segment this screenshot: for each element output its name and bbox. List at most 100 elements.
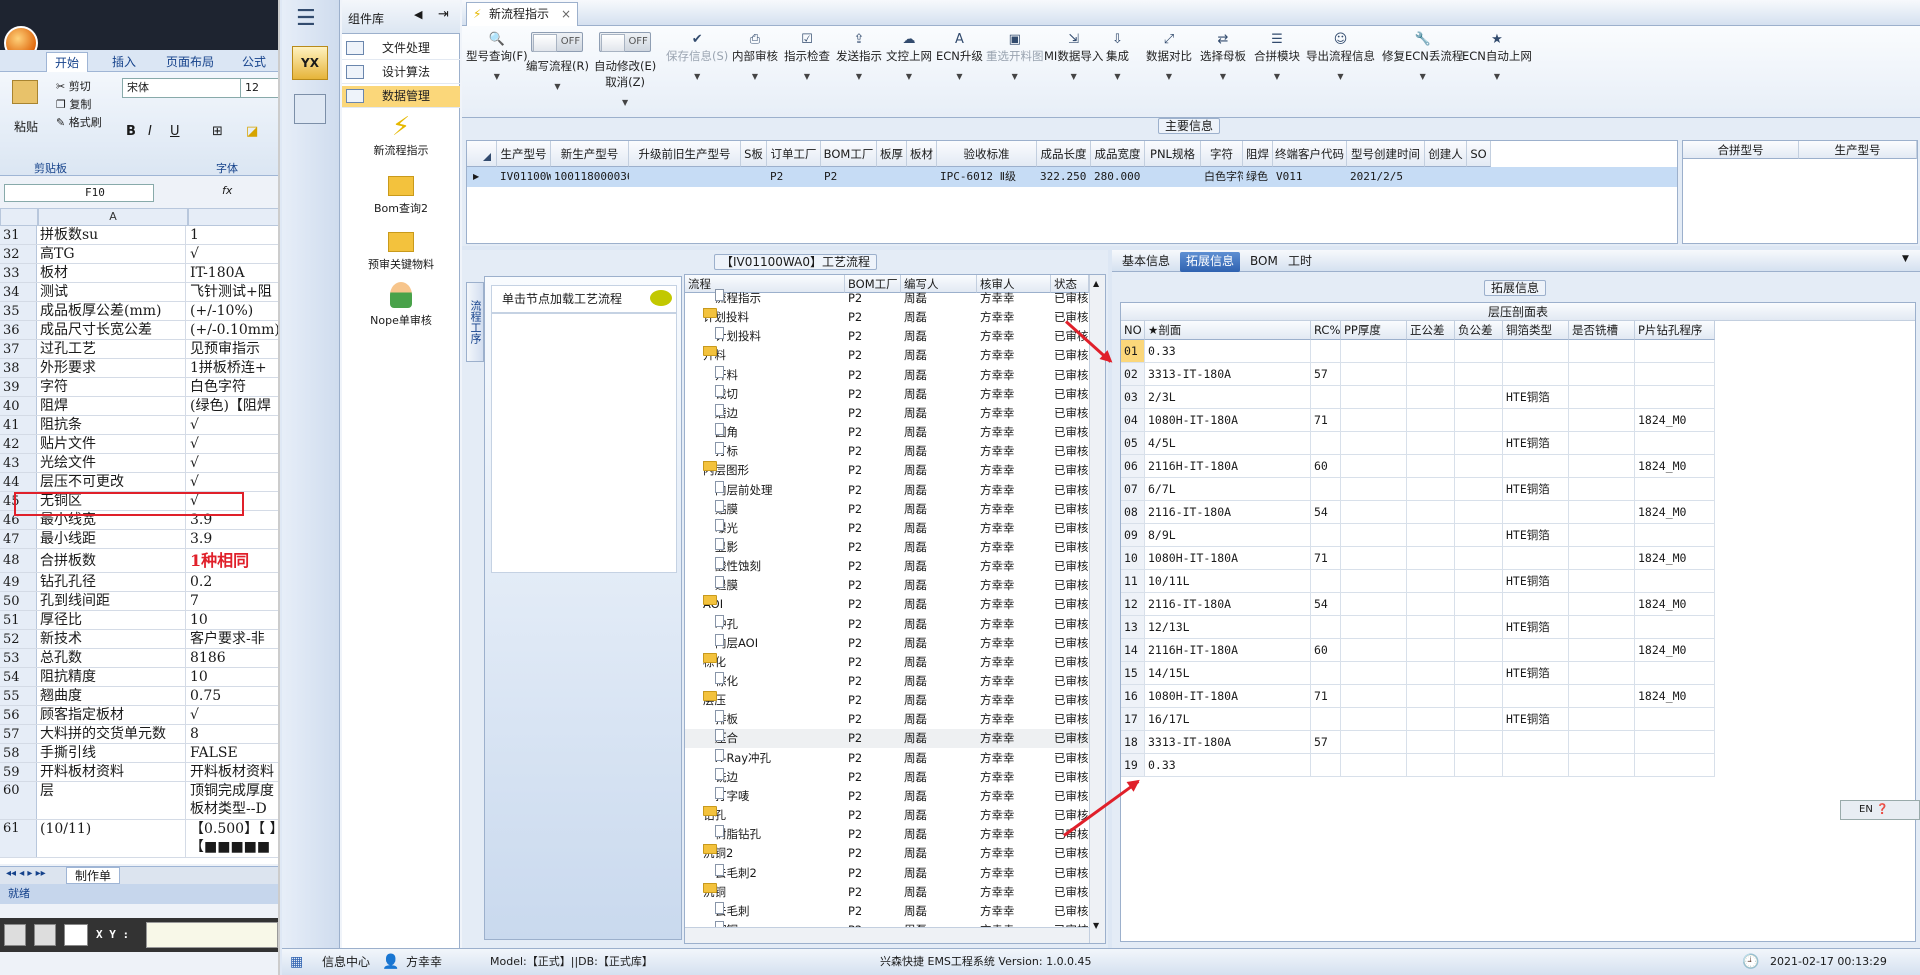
lam-cell[interactable] <box>1635 662 1715 685</box>
lam-cell[interactable] <box>1311 662 1341 685</box>
lam-cell[interactable]: 0.33 <box>1145 340 1311 363</box>
sheet-row[interactable]: 37 过孔工艺 见预审指示 <box>0 340 278 359</box>
lam-cell[interactable]: 1824_M0 <box>1635 547 1715 570</box>
help-icon[interactable]: ❓ <box>1876 804 1888 815</box>
lam-cell[interactable]: 03 <box>1121 386 1145 409</box>
lam-cell[interactable] <box>1455 731 1503 754</box>
lam-cell[interactable] <box>1341 754 1407 777</box>
cell-a[interactable]: 高TG <box>38 245 186 263</box>
main-col-header[interactable]: 成品宽度 <box>1091 141 1145 167</box>
main-cell[interactable]: 2021/2/5 <box>1347 167 1425 187</box>
lam-cell[interactable] <box>1569 524 1635 547</box>
column-header-b[interactable] <box>188 208 278 226</box>
tree-row[interactable]: 压合 P2 周磊 方幸幸 已审核 <box>685 729 1089 749</box>
lam-cell[interactable] <box>1635 432 1715 455</box>
row-number[interactable]: 44 <box>0 473 37 491</box>
scroll-up-icon[interactable]: ▲ <box>1093 279 1099 288</box>
main-cell[interactable] <box>1467 167 1491 187</box>
lam-cell[interactable] <box>1503 754 1569 777</box>
tree-node[interactable]: −内层图形 <box>703 461 845 480</box>
lam-cell[interactable]: 10 <box>1121 547 1145 570</box>
lam-col-header[interactable]: 正公差 <box>1407 321 1455 340</box>
tree-node[interactable]: 内层AOI <box>715 633 845 653</box>
cell-a[interactable]: 阻焊 <box>38 397 186 415</box>
lam-cell[interactable] <box>1341 616 1407 639</box>
row-number[interactable]: 35 <box>0 302 37 320</box>
toolbar-button[interactable]: ⤢ 数据对比 ▼ <box>1146 32 1192 81</box>
toolbar-button[interactable]: ⇄ 选择母板 ▼ <box>1200 32 1246 81</box>
main-cell[interactable]: IV01100WA0 <box>497 167 551 187</box>
lam-col-header[interactable]: P片钻孔程序 <box>1635 321 1715 340</box>
lam-cell[interactable] <box>1311 616 1341 639</box>
lam-cell[interactable] <box>1407 708 1455 731</box>
cell-a[interactable]: 外形要求 <box>38 359 186 377</box>
lam-cell[interactable]: 18 <box>1121 731 1145 754</box>
cell-b[interactable]: IT-180A <box>188 264 278 282</box>
tree-node[interactable]: 压合 <box>715 729 845 748</box>
row-number[interactable]: 61 <box>0 820 37 857</box>
column-header-a[interactable]: A <box>38 208 188 226</box>
lam-cell[interactable]: 1824_M0 <box>1635 409 1715 432</box>
off-switch[interactable]: OFF <box>531 32 584 52</box>
lam-cell[interactable]: 54 <box>1311 593 1341 616</box>
lam-cell[interactable] <box>1635 754 1715 777</box>
row-number[interactable]: 55 <box>0 687 37 705</box>
tree-node[interactable]: 酸性蚀刻 <box>715 557 845 576</box>
cell-b[interactable]: 开料板材资料 <box>188 763 278 781</box>
scroll-down-icon[interactable]: ▼ <box>1093 921 1099 930</box>
lam-cell[interactable] <box>1455 409 1503 432</box>
tree-node[interactable]: 裁切 <box>715 384 845 404</box>
cell-b[interactable]: 见预审指示 <box>188 340 278 358</box>
yx-logo-icon[interactable]: YX <box>292 46 328 80</box>
cell-a[interactable]: 成品板厚公差(mm) <box>38 302 186 320</box>
lam-col-header[interactable]: RC% <box>1311 321 1341 340</box>
cell-a[interactable]: 阻抗精度 <box>38 668 186 686</box>
grid-app-icon[interactable]: ▦ <box>290 949 303 975</box>
pin-icon[interactable]: ⇥ <box>438 7 449 22</box>
tree-row[interactable]: 打字唛 P2 周磊 方幸幸 已审核 <box>685 786 1089 806</box>
lam-cell[interactable] <box>1503 363 1569 386</box>
tree-node[interactable]: −沉铜2 <box>703 844 845 863</box>
tree-node[interactable]: 退膜 <box>715 576 845 595</box>
row-number[interactable]: 49 <box>0 573 37 591</box>
lam-cell[interactable] <box>1341 455 1407 478</box>
lam-cell[interactable]: 14 <box>1121 639 1145 662</box>
sheet-row[interactable]: 61 (10/11) 【0.500】【 】【■■■■■ <box>0 820 278 858</box>
lam-cell[interactable] <box>1569 685 1635 708</box>
tree-node[interactable]: 树脂钻孔 <box>715 825 845 844</box>
dropdown-arrow-icon[interactable]: ▼ <box>1382 72 1463 81</box>
lam-cell[interactable] <box>1341 363 1407 386</box>
row-number[interactable]: 33 <box>0 264 37 282</box>
toolbar-button[interactable]: ★ ECN自动上网 ▼ <box>1462 32 1532 81</box>
lam-cell[interactable]: 2116-IT-180A <box>1145 501 1311 524</box>
tree-node[interactable]: 铣边 <box>715 767 845 787</box>
main-col-header[interactable]: 字符 <box>1201 141 1243 167</box>
row-number[interactable]: 37 <box>0 340 37 358</box>
cell-a[interactable]: 顾客指定板材 <box>38 706 186 724</box>
main-col-header[interactable]: 验收标准 <box>937 141 1037 167</box>
row-number[interactable]: 56 <box>0 706 37 724</box>
dropdown-arrow-icon[interactable]: ▼ <box>466 72 528 81</box>
lam-cell[interactable] <box>1341 524 1407 547</box>
tree-row[interactable]: −内层图形P2 周磊 方幸幸 已审核 <box>685 461 1089 480</box>
dropdown-arrow-icon[interactable]: ▼ <box>1254 72 1300 81</box>
toolbar-button[interactable]: ✔ 保存信息(S) ▼ <box>666 32 728 81</box>
row-number[interactable]: 58 <box>0 744 37 762</box>
lam-cell[interactable] <box>1635 570 1715 593</box>
main-col-header[interactable]: 升级前旧生产型号 <box>629 141 741 167</box>
tree-row[interactable]: 铣边 P2 周磊 方幸幸 已审核 <box>685 767 1089 787</box>
lam-cell[interactable]: 60 <box>1311 455 1341 478</box>
lam-cell[interactable] <box>1341 547 1407 570</box>
tree-node[interactable]: 棕化 <box>715 672 845 691</box>
dropdown-arrow-icon[interactable]: ▼ <box>1306 72 1375 81</box>
tree-node[interactable]: −钻孔 <box>703 806 845 825</box>
tree-node[interactable]: −棕化 <box>703 652 845 672</box>
cell-a[interactable]: 最小线距 <box>38 530 186 548</box>
lam-cell[interactable]: 12 <box>1121 593 1145 616</box>
lam-cell[interactable] <box>1407 639 1455 662</box>
toolbar-button[interactable]: A ECN升级 ▼ <box>936 32 983 81</box>
tree-row[interactable]: 开料 P2 周磊 方幸幸 已审核 <box>685 365 1089 385</box>
tree-row[interactable]: 裁切 P2 周磊 方幸幸 已审核 <box>685 384 1089 404</box>
main-col-header[interactable]: 生产型号 <box>497 141 551 167</box>
lam-cell[interactable]: 2/3L <box>1145 386 1311 409</box>
